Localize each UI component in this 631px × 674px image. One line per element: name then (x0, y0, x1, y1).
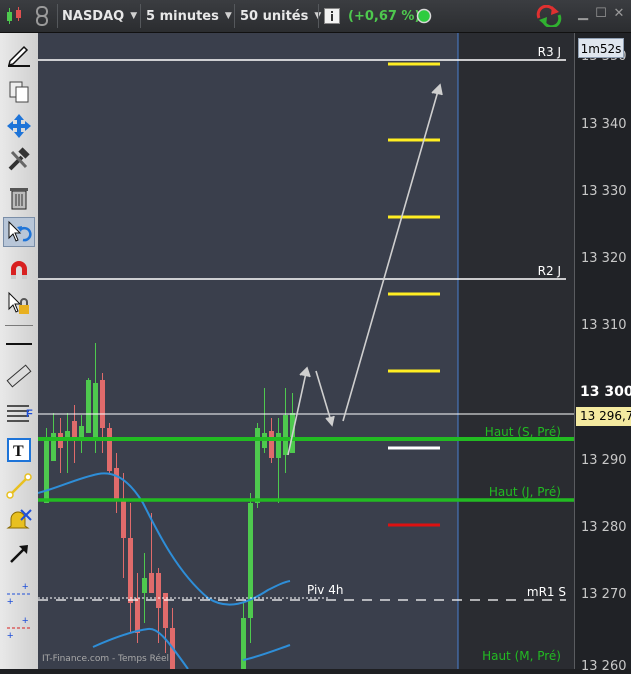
svg-text:+: + (7, 630, 13, 642)
fibonacci-icon[interactable]: F (3, 399, 35, 429)
copy-icon[interactable] (3, 77, 35, 107)
red-cross-icon[interactable]: + + (3, 613, 35, 643)
svg-text:+: + (22, 615, 28, 627)
move-arrows-icon[interactable] (3, 111, 35, 141)
symbol-label: NASDAQ (62, 8, 125, 24)
separator (140, 4, 141, 28)
axis-tick: 13 320 (581, 251, 627, 266)
symbol-selector[interactable]: NASDAQ ▼ (62, 4, 137, 28)
watermark: IT-Finance.com - Temps Réel (42, 653, 169, 664)
units-selector[interactable]: 50 unités ▼ (240, 4, 321, 28)
future-zone (458, 33, 574, 669)
trash-icon[interactable] (3, 183, 35, 213)
candle-body (86, 380, 91, 433)
svg-text:+: + (7, 596, 13, 608)
candle-body (107, 428, 112, 471)
level-label-mr1: mR1 S (527, 585, 566, 599)
candle-body (283, 415, 288, 455)
current-price-badge: 13 296,7 (576, 407, 631, 426)
units-label: 50 unités (240, 8, 309, 24)
candle-body (135, 598, 140, 633)
level-label-piv4h: Piv 4h (307, 583, 343, 597)
bold-price-label: 13 300 (580, 384, 631, 400)
wrench-hammer-icon[interactable] (3, 145, 35, 175)
svg-text:T: T (13, 443, 24, 460)
lock-cursor-icon[interactable] (3, 289, 35, 319)
interval-selector[interactable]: 5 minutes ▼ (146, 4, 232, 28)
maximize-icon[interactable]: ☐ (594, 7, 608, 21)
candle-body (100, 380, 105, 428)
status-indicator-icon (416, 4, 432, 28)
undo-cursor-icon[interactable] (3, 217, 35, 247)
axis-tick: 13 280 (581, 520, 627, 535)
candle-body (128, 538, 133, 603)
separator (5, 325, 33, 326)
link-chain-icon[interactable] (34, 4, 52, 28)
level-label-haut-s: Haut (S, Pré) (485, 425, 561, 439)
candle-body (276, 433, 281, 458)
svg-text:+: + (22, 581, 28, 593)
axis-tick: 13 290 (581, 453, 627, 468)
axis-tick: 13 310 (581, 318, 627, 333)
chart-toolbar: NASDAQ ▼ 5 minutes ▼ 50 unités ▼ (+0,67 … (0, 0, 631, 33)
candle-body (65, 431, 70, 438)
pencil-icon[interactable] (3, 39, 35, 69)
candle-body (269, 431, 274, 458)
alert-bell-icon[interactable] (3, 505, 35, 535)
candle-body (72, 421, 77, 438)
level-label-r3: R3 J (538, 45, 561, 59)
separator (318, 4, 319, 28)
candle-body (114, 468, 119, 501)
interval-label: 5 minutes (146, 8, 219, 24)
separator (234, 4, 235, 28)
arrow-icon[interactable] (3, 539, 35, 569)
change-percent: (+0,67 %) (348, 8, 421, 24)
candle-body (142, 578, 147, 593)
refresh-arrows-icon[interactable] (534, 4, 564, 28)
close-icon[interactable]: ✕ (612, 7, 626, 21)
svg-text:F: F (26, 408, 33, 420)
blue-cross-icon[interactable]: + + (3, 579, 35, 609)
candle-body (149, 573, 154, 593)
horizontal-line-icon[interactable] (3, 329, 35, 359)
info-icon[interactable] (324, 4, 340, 28)
text-icon[interactable]: T (3, 435, 35, 465)
separator (57, 4, 58, 28)
axis-tick: 13 340 (581, 117, 627, 132)
level-label-haut-m: Haut (M, Pré) (482, 649, 561, 663)
candle-body (156, 573, 161, 608)
price-axis[interactable]: 13 350 13 340 13 330 13 320 13 310 13 29… (574, 33, 631, 674)
level-label-haut-j: Haut (J, Pré) (489, 485, 561, 499)
axis-tick: 13 330 (581, 184, 627, 199)
candle-body (44, 438, 49, 503)
axis-tick: 13 260 (581, 659, 627, 674)
candle-timer: 1m52s (578, 38, 624, 58)
axis-tick: 13 270 (581, 587, 627, 602)
magnet-icon[interactable] (3, 255, 35, 285)
candle-body (241, 618, 246, 669)
drawing-toolbar: F T + + + + (0, 33, 39, 669)
candlestick-chart-icon[interactable] (4, 4, 28, 28)
price-chart[interactable]: R3 J R2 J Haut (S, Pré) Haut (J, Pré) mR… (38, 33, 574, 669)
trendline-icon[interactable] (3, 471, 35, 501)
candle-body (93, 383, 98, 438)
minimize-icon[interactable]: ▁ (576, 7, 590, 21)
candle-body (121, 501, 126, 538)
candle-body (79, 426, 84, 438)
level-label-r2: R2 J (538, 264, 561, 278)
ruler-icon[interactable] (3, 361, 35, 391)
chevron-down-icon: ▼ (130, 11, 138, 21)
chevron-down-icon: ▼ (224, 11, 232, 21)
